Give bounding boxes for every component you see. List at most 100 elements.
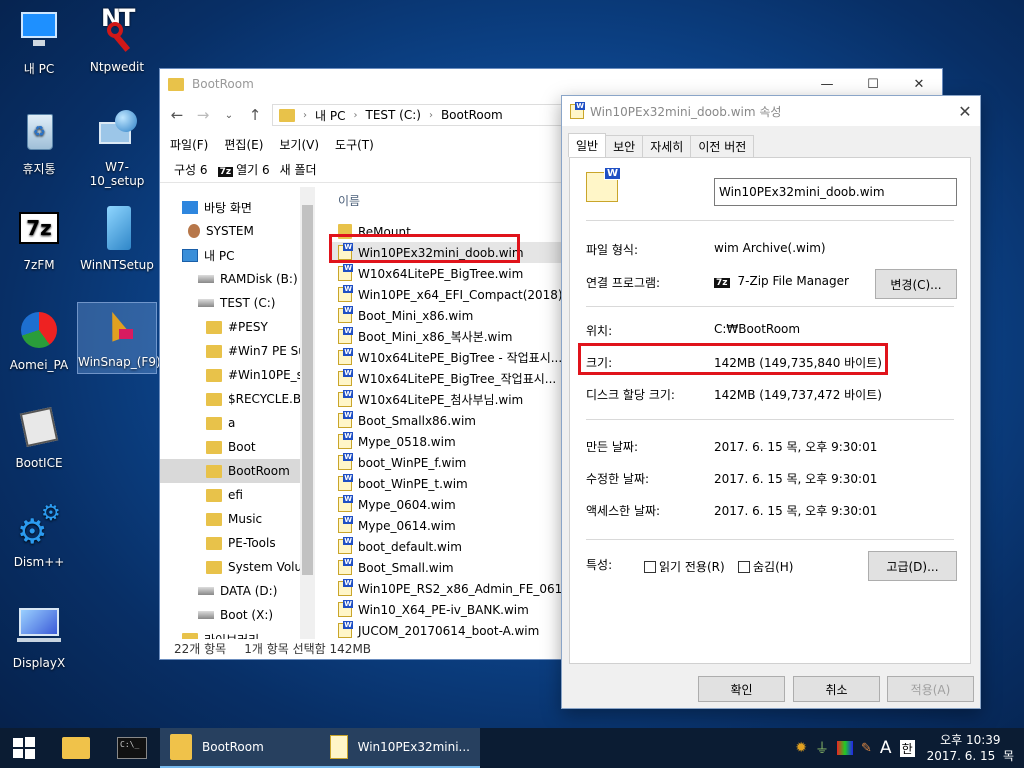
file-type-label: 파일 형식: <box>586 243 639 257</box>
nav-item[interactable]: RAMDisk (B:) <box>160 267 315 291</box>
wim-file-icon <box>338 453 353 470</box>
windows-logo-icon <box>13 737 35 759</box>
wim-file-icon <box>338 432 353 449</box>
nav-item[interactable]: #Win10PE_sv <box>160 363 315 387</box>
explorer-title: BootRoom <box>192 77 254 91</box>
tray-app-icon[interactable]: ✹ <box>795 740 807 756</box>
file-name: boot_WinPE_f.wim <box>358 455 467 470</box>
hidden-checkbox[interactable]: 숨김(H) <box>738 558 793 575</box>
taskbar-app-properties[interactable]: Win10PEx32mini... <box>320 728 480 768</box>
forward-arrow-icon[interactable]: → <box>194 106 212 124</box>
nav-item[interactable]: TEST (C:) <box>160 291 315 315</box>
nav-item[interactable]: Boot <box>160 435 315 459</box>
desktop-icon-my-pc[interactable]: 내 PC <box>0 8 78 77</box>
desktop-icon-bootice[interactable]: BootICE <box>0 404 78 470</box>
nav-item[interactable]: Music <box>160 507 315 531</box>
wim-file-icon <box>338 621 353 638</box>
desktop-icon-ntpwedit[interactable]: N T Ntpwedit <box>78 0 156 74</box>
desktop-icon-7zfm[interactable]: 7z 7zFM <box>0 206 78 272</box>
7zip-icon: 7z <box>217 167 234 177</box>
up-arrow-icon[interactable]: ↑ <box>246 106 264 124</box>
wim-file-icon <box>338 306 353 323</box>
usb-icon[interactable]: ⏚ <box>815 738 829 758</box>
tab-details[interactable]: 자세히 <box>642 135 692 157</box>
nav-item[interactable]: SYSTEM <box>160 219 315 243</box>
change-button[interactable]: 변경(C)... <box>875 269 957 299</box>
tab-security[interactable]: 보안 <box>605 135 644 157</box>
7zip-icon: 7z <box>15 206 63 254</box>
start-button[interactable] <box>0 728 48 768</box>
desktop-icon-dism[interactable]: ⚙ ⚙ Dism++ <box>0 503 78 570</box>
nav-item-label: RAMDisk (B:) <box>220 272 298 286</box>
readonly-checkbox[interactable]: 읽기 전용(R) <box>644 558 725 575</box>
breadcrumb-item[interactable]: 내 PC <box>315 107 345 124</box>
highlight-selected-file <box>329 234 520 263</box>
organize-button[interactable]: 구성 6 <box>174 161 208 178</box>
ime-language[interactable]: 한 <box>899 739 915 757</box>
ime-mode[interactable]: A <box>880 738 892 758</box>
nav-item[interactable]: BootRoom <box>160 459 315 483</box>
wim-file-icon <box>338 516 353 533</box>
aomei-icon <box>15 306 63 354</box>
file-explorer-pin[interactable] <box>48 728 104 768</box>
wim-file-icon <box>338 285 353 302</box>
nav-item[interactable]: Boot (X:) <box>160 603 315 627</box>
desktop-icon-winntsetup[interactable]: WinNTSetup <box>78 206 156 272</box>
highlight-size <box>578 343 888 375</box>
clock[interactable]: 오후 10:39 2017. 6. 15 목 <box>923 732 1018 764</box>
wim-file-icon <box>338 411 353 428</box>
tab-general[interactable]: 일반 <box>568 133 607 157</box>
taskbar-app-bootroom[interactable]: BootRoom <box>160 728 320 768</box>
cmd-pin[interactable]: C:\_ <box>104 728 160 768</box>
menu-view[interactable]: 보기(V) <box>279 136 319 153</box>
nav-item[interactable]: #Win7 PE Su <box>160 339 315 363</box>
nav-item[interactable]: $RECYCLE.BI <box>160 387 315 411</box>
nav-item[interactable]: 내 PC <box>160 243 315 267</box>
accessed-label: 액세스한 날짜: <box>586 504 661 518</box>
nav-item[interactable]: #PESY <box>160 315 315 339</box>
file-name: W10x64LitePE_BigTree_작업표시... <box>358 372 557 386</box>
nav-item-label: #Win7 PE Su <box>228 344 306 358</box>
nav-item[interactable]: DATA (D:) <box>160 579 315 603</box>
recent-chevron-icon[interactable]: ⌄ <box>220 110 238 121</box>
nav-item[interactable]: a <box>160 411 315 435</box>
menu-tools[interactable]: 도구(T) <box>335 136 374 153</box>
nav-item[interactable]: System Volu <box>160 555 315 579</box>
breadcrumb-item[interactable]: BootRoom <box>441 108 503 122</box>
nav-scrollbar[interactable] <box>300 187 315 639</box>
nav-scroll-thumb[interactable] <box>302 205 313 575</box>
tab-previous-versions[interactable]: 이전 버전 <box>690 135 755 157</box>
apply-button[interactable]: 적용(A) <box>887 676 974 702</box>
menu-edit[interactable]: 편집(E) <box>224 136 263 153</box>
desktop-icon-recycle-bin[interactable]: ♻ 휴지통 <box>0 108 78 177</box>
display-icon[interactable] <box>837 741 854 755</box>
wim-file-icon <box>570 101 585 119</box>
opens-with-label: 연결 프로그램: <box>586 276 661 290</box>
close-icon[interactable]: ✕ <box>950 102 980 121</box>
nav-item-label: TEST (C:) <box>220 296 276 310</box>
advanced-button[interactable]: 고급(D)... <box>868 551 957 581</box>
user-icon <box>188 224 200 238</box>
menu-file[interactable]: 파일(F) <box>170 136 208 153</box>
terminal-icon: C:\_ <box>117 737 147 759</box>
drive-icon <box>198 611 214 619</box>
folder-icon <box>206 464 222 478</box>
nav-item[interactable]: efi <box>160 483 315 507</box>
pen-icon[interactable]: ✎ <box>861 741 872 756</box>
desktop-icon-w7-10-setup[interactable]: W7-10_setup <box>78 108 156 188</box>
open-button[interactable]: 7z 열기 6 <box>217 161 270 178</box>
properties-titlebar[interactable]: Win10PEx32mini_doob.wim 속성 ✕ <box>562 96 980 126</box>
filename-field[interactable]: Win10PEx32mini_doob.wim <box>714 178 957 206</box>
new-folder-button[interactable]: 새 폴더 <box>280 161 317 178</box>
desktop-icon-aomei-pa[interactable]: Aomei_PA <box>0 306 78 372</box>
nav-item-label: efi <box>228 488 243 502</box>
nav-item[interactable]: 바탕 화면 <box>160 195 315 219</box>
back-arrow-icon[interactable]: ← <box>168 106 186 124</box>
nav-item[interactable]: PE-Tools <box>160 531 315 555</box>
ok-button[interactable]: 확인 <box>698 676 785 702</box>
accessed-value: 2017. 6. 15 목, 오후 9:30:01 <box>714 504 878 518</box>
cancel-button[interactable]: 취소 <box>793 676 880 702</box>
breadcrumb-item[interactable]: TEST (C:) <box>365 108 420 122</box>
desktop-icon-winsnap[interactable]: WinSnap_(F9) <box>77 302 161 374</box>
desktop-icon-displayx[interactable]: DisplayX <box>0 604 78 670</box>
